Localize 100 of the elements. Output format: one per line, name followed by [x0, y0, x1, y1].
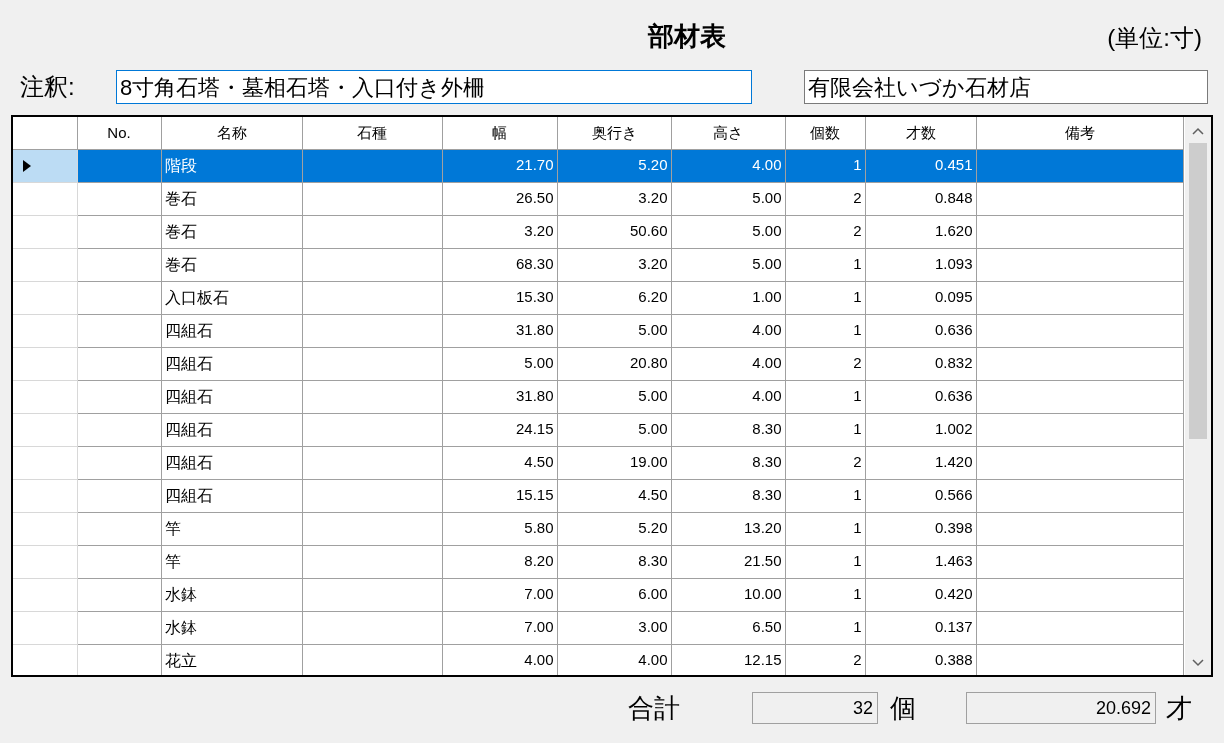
table-cell: 8.30 [557, 545, 671, 578]
company-field[interactable]: 有限会社いづか石材店 [804, 70, 1208, 104]
table-cell: 四組石 [161, 314, 302, 347]
table-cell: 1 [785, 545, 865, 578]
table-cell: 1 [785, 413, 865, 446]
table-cell: 4.00 [557, 644, 671, 675]
table-cell: 0.137 [865, 611, 976, 644]
table-cell: 1 [785, 611, 865, 644]
table-cell: 68.30 [442, 248, 557, 281]
table-cell: 竿 [161, 512, 302, 545]
table-cell: 5.00 [442, 347, 557, 380]
column-header[interactable]: 高さ [671, 117, 785, 149]
table-cell: 四組石 [161, 347, 302, 380]
note-label: 注釈: [20, 72, 76, 102]
column-header[interactable]: 才数 [865, 117, 976, 149]
column-header[interactable]: No. [77, 117, 161, 149]
table-cell: 2 [785, 347, 865, 380]
table-cell: 1 [785, 281, 865, 314]
table-cell: 1 [785, 314, 865, 347]
table-cell: 15.15 [442, 479, 557, 512]
table-cell: 0.398 [865, 512, 976, 545]
table-cell: 水鉢 [161, 611, 302, 644]
table-cell: 0.832 [865, 347, 976, 380]
table-cell: 0.095 [865, 281, 976, 314]
table-cell: 4.00 [671, 314, 785, 347]
sai-unit-label: 才 [1166, 691, 1192, 725]
column-header[interactable]: 幅 [442, 117, 557, 149]
table-cell: 31.80 [442, 380, 557, 413]
table-cell: 15.30 [442, 281, 557, 314]
table-cell: 0.388 [865, 644, 976, 675]
table-cell: 1.093 [865, 248, 976, 281]
table-cell: 1.620 [865, 215, 976, 248]
table-cell: 8.30 [671, 446, 785, 479]
table-cell: 3.20 [557, 248, 671, 281]
table-cell: 1 [785, 512, 865, 545]
table-cell: 8.20 [442, 545, 557, 578]
table-cell: 四組石 [161, 380, 302, 413]
table-cell: 50.60 [557, 215, 671, 248]
note-field[interactable]: 8寸角石塔・墓相石塔・入口付き外柵 [116, 70, 752, 104]
table-cell: 4.00 [671, 149, 785, 182]
scroll-up-icon[interactable] [1192, 127, 1204, 135]
table-cell: 4.50 [557, 479, 671, 512]
table-cell: 0.420 [865, 578, 976, 611]
table-cell: 1.463 [865, 545, 976, 578]
table-cell: 1 [785, 479, 865, 512]
table-cell: 四組石 [161, 446, 302, 479]
row-header[interactable] [13, 149, 77, 182]
table-cell: 19.00 [557, 446, 671, 479]
total-label: 合計 [628, 691, 681, 725]
table-cell: 21.70 [442, 149, 557, 182]
table-cell: 花立 [161, 644, 302, 675]
scroll-down-icon[interactable] [1192, 659, 1204, 667]
column-header[interactable]: 奥行き [557, 117, 671, 149]
table-cell: 21.50 [671, 545, 785, 578]
total-sai-field: 20.692 [966, 692, 1156, 724]
table-cell: 20.80 [557, 347, 671, 380]
vertical-scrollbar[interactable] [1185, 117, 1211, 675]
table-cell: 2 [785, 182, 865, 215]
table-cell: 1 [785, 578, 865, 611]
table-cell: 4.50 [442, 446, 557, 479]
table-cell: 1.420 [865, 446, 976, 479]
total-count-field: 32 [752, 692, 878, 724]
table-cell: 2 [785, 644, 865, 675]
table-cell: 巻石 [161, 248, 302, 281]
column-header[interactable]: 備考 [976, 117, 1183, 149]
table-cell: 竿 [161, 545, 302, 578]
table-cell: 2 [785, 446, 865, 479]
table-cell: 四組石 [161, 413, 302, 446]
table-cell: 10.00 [671, 578, 785, 611]
count-unit-label: 個 [890, 691, 917, 725]
table-cell: 巻石 [161, 215, 302, 248]
table-cell: 1 [785, 149, 865, 182]
table-cell: 階段 [161, 149, 302, 182]
table-cell: 26.50 [442, 182, 557, 215]
table-cell: 7.00 [442, 611, 557, 644]
table-cell: 1.00 [671, 281, 785, 314]
table-cell: 3.00 [557, 611, 671, 644]
column-header[interactable]: 名称 [161, 117, 302, 149]
table-cell: 2 [785, 215, 865, 248]
table-cell: 0.566 [865, 479, 976, 512]
table-cell: 1.002 [865, 413, 976, 446]
table-cell: 5.00 [557, 380, 671, 413]
scrollbar-thumb[interactable] [1189, 143, 1207, 439]
column-header[interactable]: 個数 [785, 117, 865, 149]
table-cell: 7.00 [442, 578, 557, 611]
table-cell: 24.15 [442, 413, 557, 446]
column-header[interactable]: 石種 [302, 117, 442, 149]
table-cell: 入口板石 [161, 281, 302, 314]
table-cell: 5.20 [557, 149, 671, 182]
table-cell: 水鉢 [161, 578, 302, 611]
current-row-icon [23, 159, 31, 172]
table-cell: 31.80 [442, 314, 557, 347]
table-cell: 0.848 [865, 182, 976, 215]
table-cell: 4.00 [671, 380, 785, 413]
table-cell: 巻石 [161, 182, 302, 215]
table-cell: 4.00 [671, 347, 785, 380]
table-cell: 0.636 [865, 314, 976, 347]
table-cell: 5.00 [671, 182, 785, 215]
table-cell: 13.20 [671, 512, 785, 545]
table-cell: 3.20 [442, 215, 557, 248]
